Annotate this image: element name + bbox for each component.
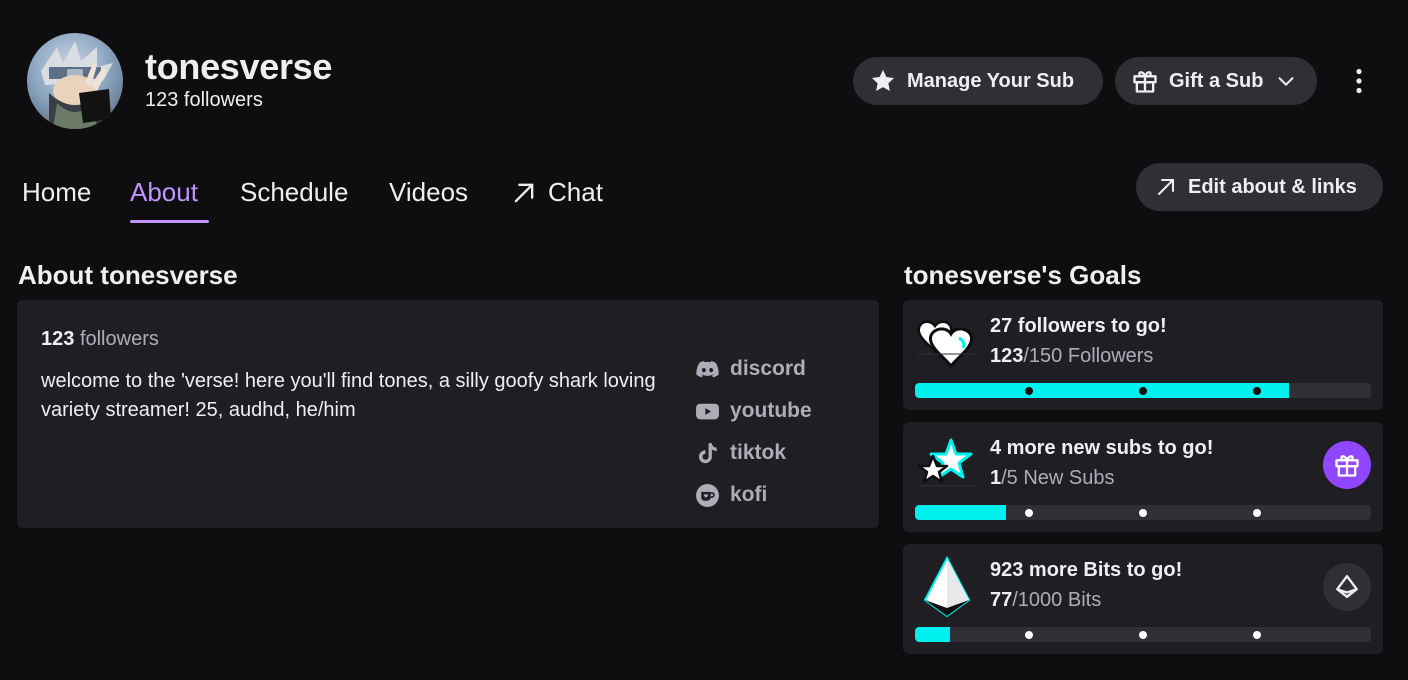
external-arrow-icon [1154,175,1178,199]
tab-schedule[interactable]: Schedule [240,177,348,223]
gift-sub-button[interactable]: Gift a Sub [1115,57,1317,105]
bits-icon [1334,574,1360,600]
about-follower-word: followers [79,328,159,350]
link-kofi[interactable]: kofi [695,474,875,516]
channel-header: tonesverse 123 followers Manage Your Sub… [0,0,1408,150]
discord-icon [695,357,720,382]
kofi-icon [695,483,720,508]
goal-progress-fill [915,627,951,642]
manage-sub-button[interactable]: Manage Your Sub [853,57,1103,105]
cheer-bits-button[interactable] [1323,563,1371,611]
star-icon [869,67,897,95]
goal-progress-text: 123/150 Followers [990,345,1153,368]
goal-milestone-dot [1025,631,1033,639]
goal-progress-text: 77/1000 Bits [990,589,1101,612]
gift-sub-goal-button[interactable] [1323,441,1371,489]
goal-target: /1000 Bits [1012,589,1102,611]
goal-milestone-dot [1253,509,1261,517]
tab-chat[interactable]: Chat [510,177,603,223]
link-tiktok[interactable]: tiktok [695,432,875,474]
goal-current: 77 [990,589,1013,611]
tab-home[interactable]: Home [22,177,91,223]
goal-progress-bar [915,383,1371,398]
goal-progress-text: 1/5 New Subs [990,467,1115,490]
goal-milestone-dot [1139,387,1147,395]
vertical-dots-icon [1355,68,1363,94]
goal-milestone-dot [1025,509,1033,517]
link-youtube[interactable]: youtube [695,390,875,432]
youtube-icon [695,399,720,424]
edit-about-button[interactable]: Edit about & links [1136,163,1383,211]
goal-progress-bar [915,505,1371,520]
goal-progress-fill [915,383,1289,398]
goal-headline: 923 more Bits to go! [990,559,1183,581]
goal-headline: 4 more new subs to go! [990,437,1214,459]
tab-videos[interactable]: Videos [389,177,468,223]
link-label: kofi [730,483,768,506]
link-label: tiktok [730,441,787,464]
hearts-icon [915,312,977,374]
channel-tabs: Home About Schedule Videos Chat [0,165,700,225]
about-bio: welcome to the 'verse! here you'll find … [41,370,656,421]
goal-card-followers[interactable]: 27 followers to go! 123/150 Followers [903,300,1383,410]
goals-title: tonesverse's Goals [904,260,1142,290]
manage-sub-label: Manage Your Sub [907,69,1075,92]
goal-target: /150 Followers [1023,345,1154,367]
goal-milestone-dot [1253,631,1261,639]
goal-current: 123 [990,345,1024,367]
goal-milestone-dot [1139,509,1147,517]
gift-icon [1333,451,1361,479]
tiktok-icon [695,441,720,466]
tab-about[interactable]: About [130,177,209,223]
about-follower-number: 123 [41,328,75,350]
goal-milestone-dot [1253,387,1261,395]
channel-name[interactable]: tonesverse [145,46,332,88]
tab-chat-label: Chat [548,177,603,207]
goal-milestone-dot [1139,631,1147,639]
link-discord[interactable]: discord [695,348,875,390]
goal-target: /5 New Subs [1001,467,1115,489]
bits-gem-icon [915,555,977,618]
goal-card-subs[interactable]: 4 more new subs to go! 1/5 New Subs [903,422,1383,532]
avatar[interactable] [27,33,123,129]
stars-icon [915,434,977,496]
gift-icon [1131,67,1159,95]
about-title: About tonesverse [18,260,238,290]
goal-card-bits[interactable]: 923 more Bits to go! 77/1000 Bits [903,544,1383,654]
more-options-button[interactable] [1343,61,1375,101]
goal-progress-bar [915,627,1371,642]
follower-count: 123 followers [145,89,263,111]
chevron-down-icon [1275,70,1297,92]
about-followers: 123 followers [41,328,159,351]
about-card: 123 followers welcome to the 'verse! her… [17,300,879,528]
link-label: discord [730,357,806,380]
external-arrow-icon [510,177,538,223]
gift-sub-label: Gift a Sub [1169,69,1264,92]
goal-headline: 27 followers to go! [990,315,1167,337]
link-label: youtube [730,399,812,422]
social-links: discord youtube tiktok kofi [695,348,875,516]
goal-current: 1 [990,467,1002,489]
goal-progress-fill [915,505,1007,520]
edit-about-label: Edit about & links [1188,175,1357,198]
goal-milestone-dot [1025,387,1033,395]
